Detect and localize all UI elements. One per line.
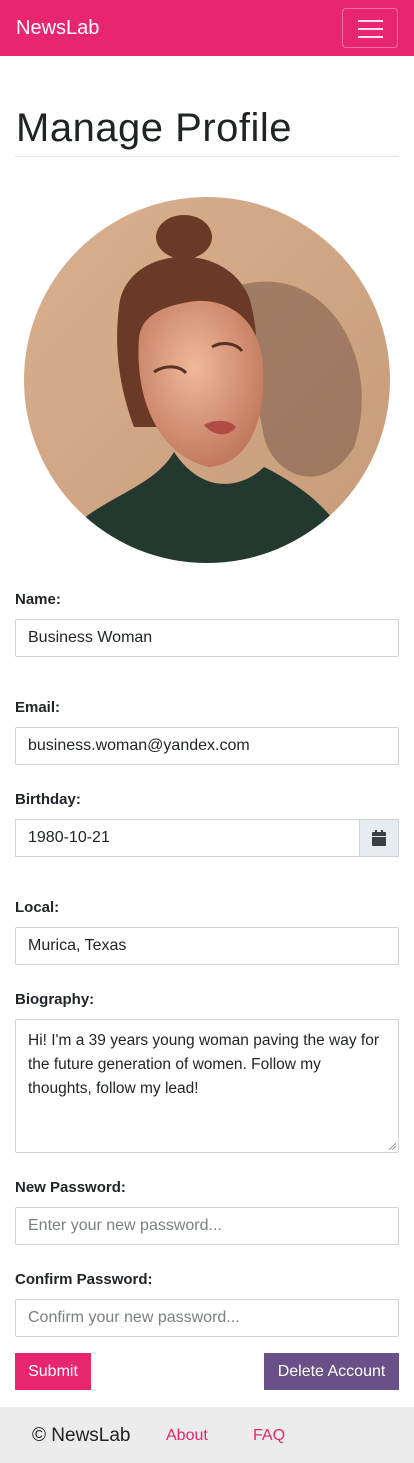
calendar-icon[interactable] <box>359 819 399 857</box>
submit-button[interactable]: Submit <box>15 1353 91 1390</box>
title-divider <box>15 156 399 157</box>
birthday-field[interactable]: 1980-10-21 <box>15 819 360 857</box>
avatar <box>24 197 390 563</box>
page-title: Manage Profile <box>16 106 293 150</box>
profile-photo <box>24 197 390 563</box>
name-label: Name: <box>15 591 61 608</box>
footer-link-about[interactable]: About <box>166 1426 208 1446</box>
top-navbar: NewsLab <box>0 0 414 56</box>
confirm-password-label: Confirm Password: <box>15 1271 153 1288</box>
local-label: Local: <box>15 899 60 916</box>
email-label: Email: <box>15 699 61 716</box>
confirm-password-field[interactable]: Confirm your new password... <box>15 1299 399 1337</box>
birthday-label: Birthday: <box>15 791 81 808</box>
biography-label: Biography: <box>15 991 95 1008</box>
name-field[interactable]: Business Woman <box>15 619 399 657</box>
hamburger-icon[interactable] <box>342 8 398 48</box>
resize-grip-icon[interactable] <box>388 1142 396 1150</box>
new-password-label: New Password: <box>15 1179 126 1196</box>
brand-logo[interactable]: NewsLab <box>16 16 99 40</box>
local-field[interactable]: Murica, Texas <box>15 927 399 965</box>
email-field[interactable]: business.woman@yandex.com <box>15 727 399 765</box>
biography-text: Hi! I'm a 39 years young woman paving th… <box>28 1032 380 1097</box>
footer: © NewsLab About FAQ <box>0 1407 414 1463</box>
footer-link-faq[interactable]: FAQ <box>253 1426 285 1446</box>
new-password-field[interactable]: Enter your new password... <box>15 1207 399 1245</box>
footer-copyright: © NewsLab <box>32 1425 131 1446</box>
biography-textarea[interactable]: Hi! I'm a 39 years young woman paving th… <box>15 1019 399 1153</box>
birthday-input-group: 1980-10-21 <box>15 819 399 857</box>
delete-account-button[interactable]: Delete Account <box>264 1353 399 1390</box>
